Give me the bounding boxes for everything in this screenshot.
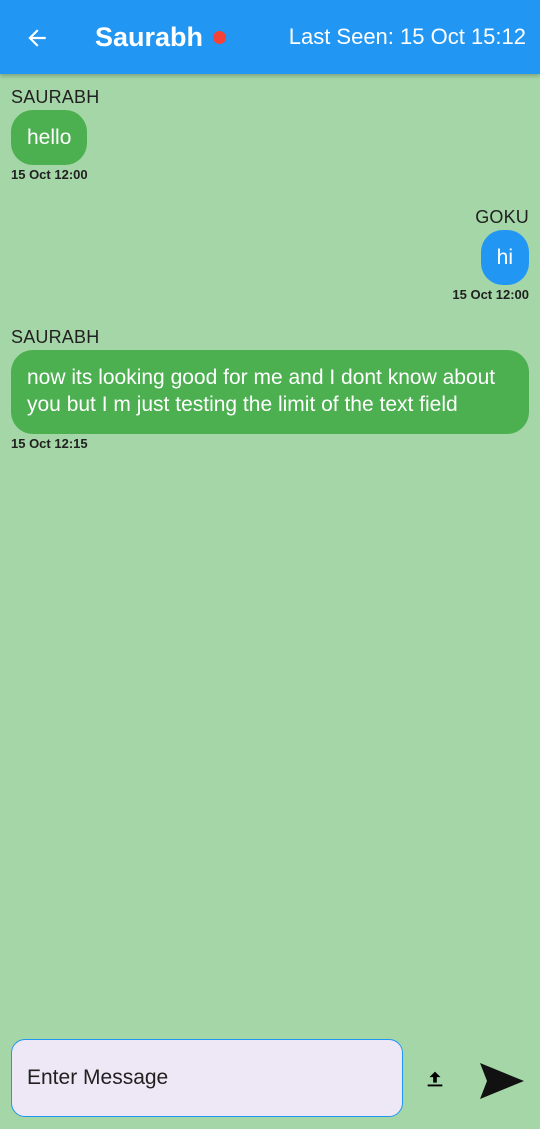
message-sender: SAURABH — [11, 87, 100, 107]
message-time: 15 Oct 12:00 — [452, 287, 529, 302]
send-button[interactable] — [476, 1059, 528, 1103]
message-bubble: now its looking good for me and I dont k… — [11, 350, 529, 434]
message-bubble: hello — [11, 110, 88, 165]
composer-bar — [0, 1030, 540, 1129]
status-dot — [213, 31, 226, 44]
message-sender: SAURABH — [11, 327, 100, 347]
upload-button[interactable] — [419, 1063, 451, 1095]
message-list[interactable]: SAURABH hello 15 Oct 12:00 GOKU hi 15 Oc… — [0, 74, 540, 1024]
app-bar: Saurabh Last Seen: 15 Oct 15:12 — [0, 0, 540, 74]
send-icon — [480, 1063, 524, 1099]
message-sender: GOKU — [475, 207, 529, 227]
contact-name: Saurabh — [95, 22, 204, 52]
message-time: 15 Oct 12:15 — [11, 436, 88, 451]
message-item: GOKU hi 15 Oct 12:00 — [452, 206, 529, 304]
message-item: SAURABH now its looking good for me and … — [11, 326, 529, 453]
message-time: 15 Oct 12:00 — [11, 167, 88, 182]
message-input[interactable] — [11, 1039, 403, 1117]
upload-icon — [427, 1071, 443, 1087]
message-item: SAURABH hello 15 Oct 12:00 — [11, 86, 99, 184]
message-bubble: hi — [480, 230, 529, 285]
last-seen-text: Last Seen: 15 Oct 15:12 — [288, 24, 526, 49]
back-button[interactable] — [18, 19, 56, 57]
arrow-left-icon — [28, 29, 46, 47]
